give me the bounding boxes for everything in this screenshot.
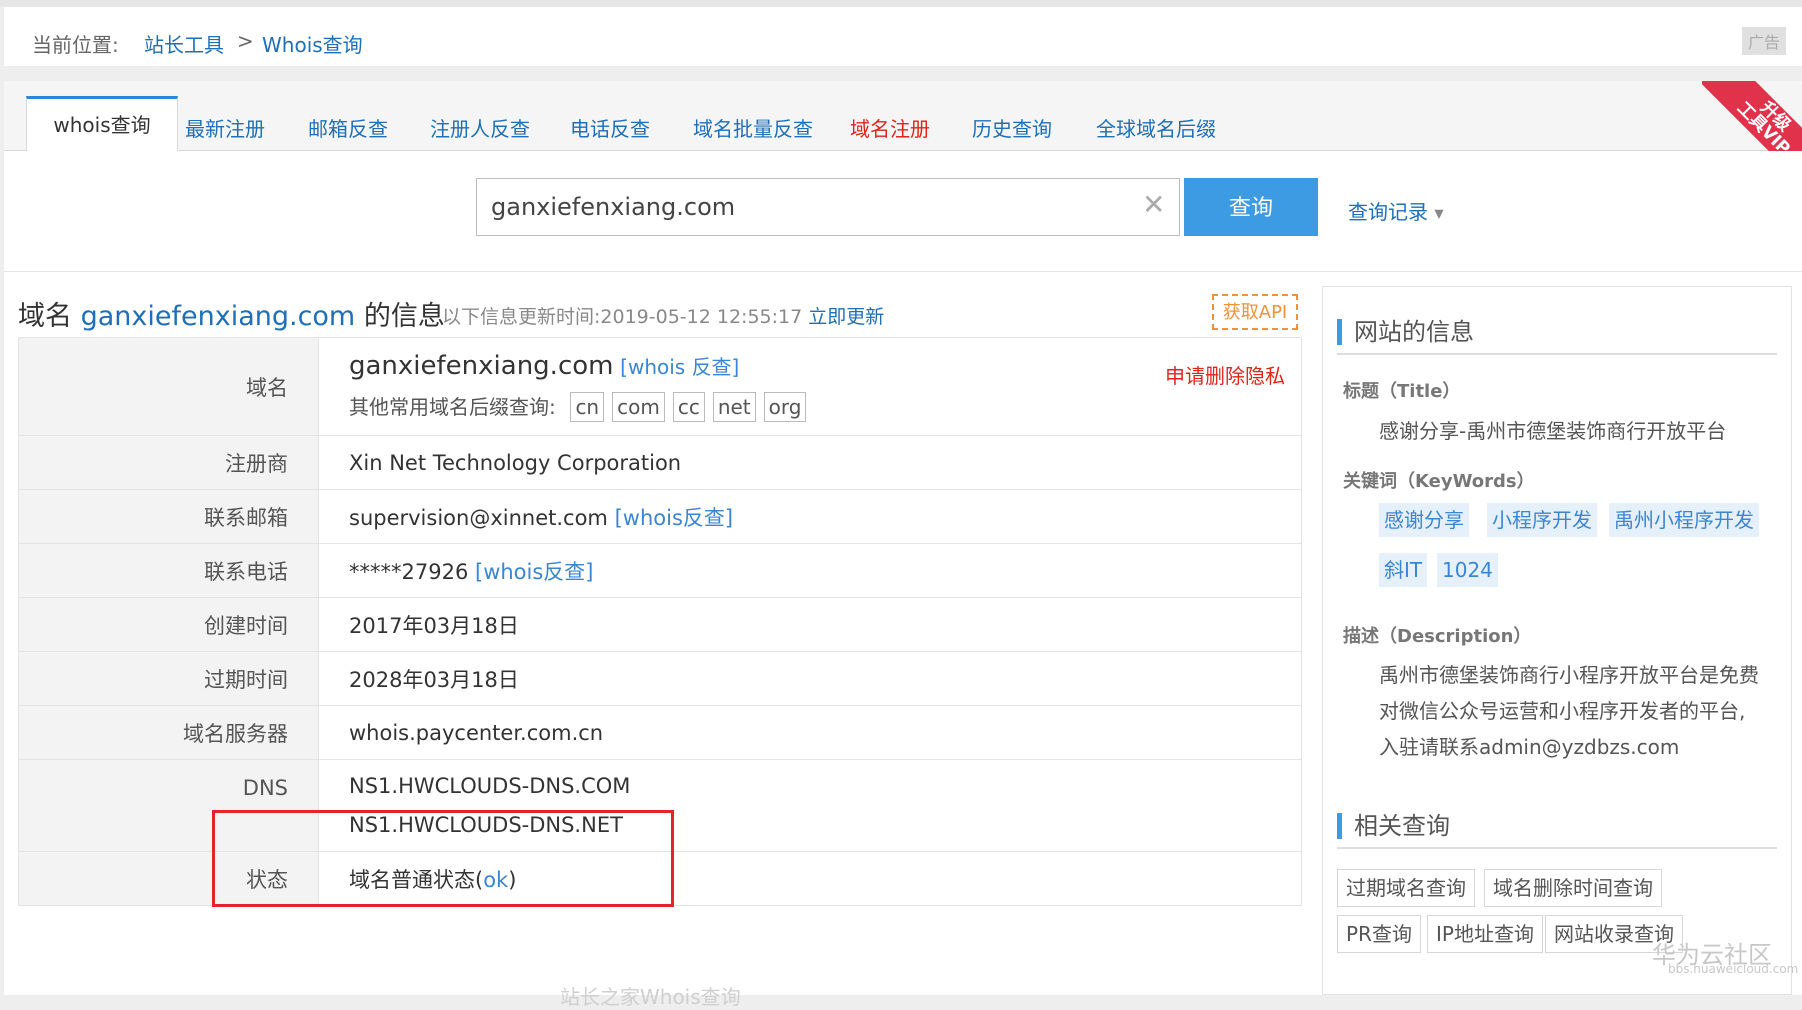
divider xyxy=(1337,353,1777,355)
suffix-query-label: 其他常用域名后缀查询: xyxy=(349,395,556,419)
row-key-domain: 域名 xyxy=(18,337,319,436)
tab-email-reverse[interactable]: 邮箱反查 xyxy=(308,113,388,142)
title-label: 标题（Title） xyxy=(1343,381,1461,402)
info-title: 域名 ganxiefenxiang.com 的信息 xyxy=(18,294,445,333)
tab-whois[interactable]: whois查询 xyxy=(26,96,178,151)
suffix-net[interactable]: net xyxy=(712,392,756,422)
search-area: ✕ 查询 查询记录 ▼ xyxy=(4,151,1802,272)
keywords-label: 关键词（KeyWords） xyxy=(1343,471,1535,492)
phone-whois-reverse-link[interactable]: [whois反查] xyxy=(475,560,594,584)
tab-phone-reverse[interactable]: 电话反查 xyxy=(570,113,650,142)
keyword-tag[interactable]: 小程序开发 xyxy=(1487,503,1597,537)
breadcrumb-link-whois[interactable]: Whois查询 xyxy=(262,29,363,58)
row-key-whois-server: 域名服务器 xyxy=(18,705,319,760)
domain-value: ganxiefenxiang.com xyxy=(349,351,614,381)
info-title-prefix: 域名 xyxy=(18,301,72,332)
description-line: 禹州市德堡装饰商行小程序开放平台是免费 xyxy=(1379,663,1759,687)
table-row: 域名服务器 whois.paycenter.com.cn xyxy=(18,705,1302,760)
tab-batch-reverse[interactable]: 域名批量反查 xyxy=(693,113,813,142)
watermark-sub: bbs.huaweicloud.com xyxy=(1668,962,1799,976)
info-title-domain: ganxiefenxiang.com xyxy=(80,301,356,332)
dns-ns1: NS1.HWCLOUDS-DNS.COM xyxy=(349,773,631,798)
caret-down-icon: ▼ xyxy=(1434,206,1444,221)
search-input[interactable] xyxy=(476,178,1180,236)
update-info: 以下信息更新时间:2019-05-12 12:55:17 立即更新 xyxy=(442,302,884,329)
query-history-label: 查询记录 xyxy=(1348,200,1428,224)
updated-label: 以下信息更新时间: xyxy=(442,306,601,328)
description-line: 对微信公众号运营和小程序开发者的平台, xyxy=(1379,699,1746,723)
tab-registrant-reverse[interactable]: 注册人反查 xyxy=(430,113,530,142)
info-title-suffix: 的信息 xyxy=(363,301,445,332)
row-key-registrar: 注册商 xyxy=(18,435,319,490)
breadcrumb: 当前位置: 站长工具 > Whois查询 广告 xyxy=(4,7,1802,66)
get-api-button[interactable]: 获取API xyxy=(1212,294,1298,330)
description-line: 入驻请联系admin@yzdbzs.com xyxy=(1379,735,1680,759)
table-row: 过期时间 2028年03月18日 xyxy=(18,651,1302,706)
row-key-expires: 过期时间 xyxy=(18,651,319,706)
suffix-cn[interactable]: cn xyxy=(570,392,605,422)
suffix-org[interactable]: org xyxy=(763,392,807,422)
phone-value: *****27926 xyxy=(349,559,469,584)
search-button[interactable]: 查询 xyxy=(1184,178,1318,236)
delete-privacy-link[interactable]: 申请删除隐私 xyxy=(1165,360,1285,389)
tab-history[interactable]: 历史查询 xyxy=(972,113,1052,142)
table-row: 域名 ganxiefenxiang.com [whois 反查] 其他常用域名后… xyxy=(18,337,1302,436)
table-row: 联系邮箱 supervision@xinnet.com [whois反查] xyxy=(18,489,1302,544)
row-value-expires: 2028年03月18日 xyxy=(318,651,1302,706)
keyword-tag[interactable]: 禹州小程序开发 xyxy=(1609,503,1759,537)
keyword-tag[interactable]: 感谢分享 xyxy=(1379,503,1469,537)
related-link[interactable]: 过期域名查询 xyxy=(1337,869,1475,907)
update-now-link[interactable]: 立即更新 xyxy=(808,306,884,328)
keyword-tag[interactable]: 1024 xyxy=(1437,553,1498,587)
title-value: 感谢分享-禹州市德堡装饰商行开放平台 xyxy=(1379,419,1727,443)
tab-global-suffix[interactable]: 全球域名后缀 xyxy=(1096,113,1216,142)
row-key-created: 创建时间 xyxy=(18,597,319,652)
tab-domain-register[interactable]: 域名注册 xyxy=(850,113,930,142)
keyword-tag[interactable]: 斜IT xyxy=(1379,553,1428,587)
clear-icon[interactable]: ✕ xyxy=(1142,191,1165,219)
row-key-email: 联系邮箱 xyxy=(18,489,319,544)
ad-badge[interactable]: 广告 xyxy=(1741,27,1786,55)
row-value-created: 2017年03月18日 xyxy=(318,597,1302,652)
tab-latest-registered[interactable]: 最新注册 xyxy=(185,113,265,142)
table-row: 注册商 Xin Net Technology Corporation xyxy=(18,435,1302,490)
sidebar: 网站的信息 标题（Title） 感谢分享-禹州市德堡装饰商行开放平台 关键词（K… xyxy=(1322,286,1792,995)
row-key-phone: 联系电话 xyxy=(18,543,319,598)
table-row: 创建时间 2017年03月18日 xyxy=(18,597,1302,652)
suffix-cc[interactable]: cc xyxy=(672,392,705,422)
row-value-registrar: Xin Net Technology Corporation xyxy=(318,435,1302,490)
email-value: supervision@xinnet.com xyxy=(349,505,608,530)
related-link[interactable]: 域名删除时间查询 xyxy=(1484,869,1662,907)
top-divider xyxy=(0,0,1802,7)
query-history-dropdown[interactable]: 查询记录 ▼ xyxy=(1348,196,1444,225)
breadcrumb-label: 当前位置: xyxy=(32,33,119,57)
suffix-com[interactable]: com xyxy=(612,392,665,422)
row-value-phone: *****27926 [whois反查] xyxy=(318,543,1302,598)
related-link[interactable]: PR查询 xyxy=(1337,915,1421,953)
domain-whois-reverse-link[interactable]: [whois 反查] xyxy=(620,355,739,379)
row-value-domain: ganxiefenxiang.com [whois 反查] 其他常用域名后缀查询… xyxy=(318,337,1302,436)
dns-highlight-box xyxy=(212,810,674,907)
sidebar-heading-site-info: 网站的信息 xyxy=(1337,319,1794,345)
description-label: 描述（Description） xyxy=(1343,626,1532,647)
divider xyxy=(1337,847,1777,849)
email-whois-reverse-link[interactable]: [whois反查] xyxy=(615,506,734,530)
updated-time: 2019-05-12 12:55:17 xyxy=(600,306,803,328)
row-value-email: supervision@xinnet.com [whois反查] xyxy=(318,489,1302,544)
sidebar-heading-related: 相关查询 xyxy=(1337,813,1794,839)
table-row: 联系电话 *****27926 [whois反查] xyxy=(18,543,1302,598)
row-value-whois-server: whois.paycenter.com.cn xyxy=(318,705,1302,760)
breadcrumb-link-tools[interactable]: 站长工具 xyxy=(144,29,224,58)
related-link[interactable]: IP地址查询 xyxy=(1427,915,1543,953)
faint-footer-text: 站长之家Whois查询 xyxy=(560,985,741,1009)
tab-bar: whois查询 最新注册 邮箱反查 注册人反查 电话反查 域名批量反查 域名注册… xyxy=(4,81,1802,151)
breadcrumb-separator: > xyxy=(237,29,254,53)
